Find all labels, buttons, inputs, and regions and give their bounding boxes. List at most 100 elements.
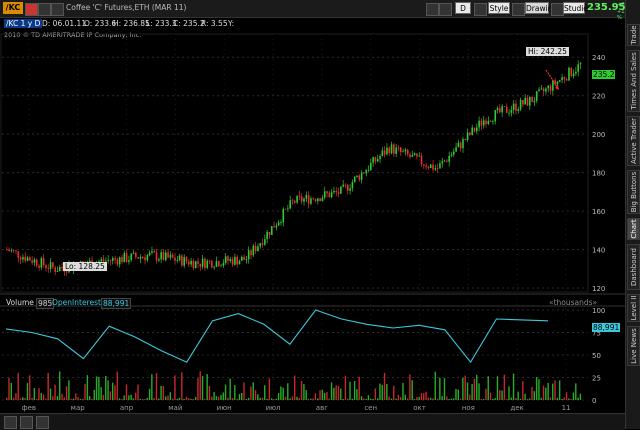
candle bbox=[275, 225, 278, 228]
candle bbox=[144, 257, 146, 261]
volume-bar bbox=[160, 385, 162, 400]
volume-bar bbox=[164, 396, 167, 400]
candle bbox=[247, 250, 250, 260]
volume-bar bbox=[148, 388, 151, 400]
volume-bar bbox=[70, 398, 72, 400]
volume-bar bbox=[473, 378, 476, 400]
volume-bar bbox=[501, 390, 503, 400]
candle bbox=[151, 251, 153, 253]
volume-bar bbox=[464, 375, 466, 400]
volume-bar bbox=[132, 398, 135, 400]
candle bbox=[489, 120, 492, 122]
tab-active-trader[interactable]: Active Trader bbox=[627, 116, 640, 166]
candle bbox=[252, 245, 255, 256]
volume-bar bbox=[75, 393, 77, 400]
volume-bar bbox=[432, 398, 434, 400]
volume-bar bbox=[45, 398, 47, 400]
tab-dashboard[interactable]: Dashboard bbox=[627, 244, 640, 290]
oi-tick-label: 0 bbox=[592, 397, 596, 405]
candle bbox=[291, 200, 294, 202]
volume-bar bbox=[519, 398, 522, 400]
candle bbox=[123, 253, 126, 263]
candle bbox=[505, 106, 508, 113]
candle bbox=[388, 147, 391, 154]
volume-bar bbox=[469, 394, 471, 400]
volume-bar bbox=[326, 392, 328, 400]
candle bbox=[24, 256, 27, 261]
candle bbox=[436, 168, 439, 170]
candle bbox=[519, 99, 522, 110]
volume-bar bbox=[49, 388, 52, 400]
candle bbox=[268, 231, 271, 235]
candle bbox=[197, 261, 199, 264]
volume-bar bbox=[402, 382, 404, 400]
volume-bar bbox=[556, 397, 559, 400]
volume-bar bbox=[579, 393, 582, 400]
low-marker: Lo: 128.25 bbox=[63, 262, 107, 271]
volume-bar bbox=[8, 377, 10, 400]
candle bbox=[204, 258, 206, 268]
candle bbox=[65, 271, 68, 273]
candle bbox=[501, 106, 503, 113]
volume-bar bbox=[107, 380, 109, 400]
volume-bar bbox=[305, 390, 307, 400]
candle bbox=[6, 249, 8, 251]
tab-times-and-sales[interactable]: Times And Sales bbox=[627, 50, 640, 112]
zoom-in-icon[interactable] bbox=[36, 416, 49, 429]
volume-bar bbox=[188, 398, 190, 400]
volume-bar bbox=[365, 398, 367, 400]
candle bbox=[300, 196, 303, 202]
volume-bar bbox=[192, 398, 195, 400]
volume-bar bbox=[321, 389, 324, 400]
candle bbox=[420, 155, 423, 165]
volume-bar bbox=[554, 380, 556, 400]
volume-bar bbox=[185, 396, 188, 400]
candle bbox=[229, 259, 232, 261]
candle bbox=[217, 261, 220, 267]
volume-bar bbox=[208, 385, 211, 400]
volume-bar bbox=[282, 387, 284, 400]
expand-icon[interactable] bbox=[4, 416, 17, 429]
x-tick-label: сен bbox=[364, 404, 377, 412]
candle bbox=[314, 199, 317, 202]
volume-bar bbox=[547, 382, 549, 400]
volume-bar bbox=[494, 398, 496, 400]
tab-trade[interactable]: Trade bbox=[627, 24, 640, 46]
candle bbox=[533, 100, 536, 103]
tab-live-news[interactable]: Live News bbox=[627, 326, 640, 366]
volume-bar bbox=[535, 377, 538, 400]
tab-big-buttons[interactable]: Big Buttons bbox=[627, 170, 640, 214]
tab-level-ii[interactable]: Level II bbox=[627, 294, 640, 322]
candle bbox=[374, 157, 377, 162]
volume-bar bbox=[12, 397, 15, 400]
y-tick-label: 220 bbox=[592, 93, 605, 101]
volume-bar bbox=[480, 398, 483, 400]
price-panel bbox=[0, 33, 589, 293]
volume-bar bbox=[15, 393, 17, 400]
tab-chart[interactable]: Chart bbox=[627, 218, 640, 240]
candle bbox=[118, 257, 121, 265]
volume-bar bbox=[151, 374, 153, 400]
volume-bar bbox=[287, 383, 289, 400]
candle bbox=[257, 246, 259, 252]
candle bbox=[531, 97, 533, 103]
volume-bar bbox=[222, 392, 224, 400]
volume-bar bbox=[38, 388, 40, 400]
volume-bar bbox=[123, 395, 125, 400]
oi-tag: 88,991 bbox=[592, 323, 621, 332]
candle bbox=[450, 154, 453, 156]
zoom-out-icon[interactable] bbox=[20, 416, 33, 429]
candle bbox=[441, 161, 444, 164]
volume-bar bbox=[176, 398, 178, 400]
candle bbox=[545, 88, 547, 92]
candle bbox=[222, 263, 225, 266]
x-tick-label: дек bbox=[511, 404, 524, 412]
price-chart[interactable]: 1201401601802002202400255075100фев мар апр… bbox=[0, 0, 625, 429]
candle bbox=[192, 260, 195, 269]
price-tag: 235.2 bbox=[592, 70, 616, 79]
volume-bar bbox=[231, 397, 234, 400]
candle bbox=[372, 157, 374, 163]
volume-bar bbox=[52, 396, 54, 400]
volume-bar bbox=[245, 398, 248, 400]
volume-bar bbox=[284, 396, 287, 400]
